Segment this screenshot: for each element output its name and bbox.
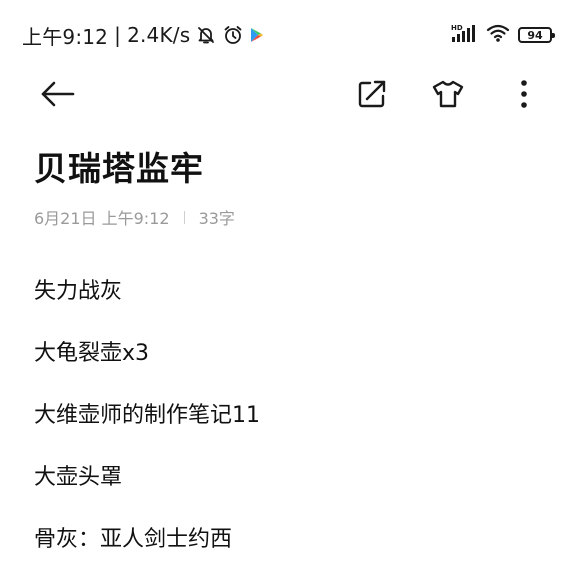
tshirt-icon [432,80,464,108]
status-right: HD 94 [450,22,555,48]
status-left: 上午9:12 | 2.4K/s [22,22,264,49]
theme-button[interactable] [424,70,472,118]
note-title[interactable]: 贝瑞塔监牢 [34,142,204,190]
note-toolbar [0,70,576,118]
play-store-icon [250,27,264,43]
network-speed: 2.4K/s [127,23,191,47]
alarm-icon [222,24,244,46]
back-button[interactable] [33,70,81,118]
note-meta: 6月21日 上午9:12 33字 [34,206,235,228]
note-line[interactable]: 失力战灰 [34,276,554,307]
note-body[interactable]: 失力战灰 大龟裂壶x3 大维壶师的制作笔记11 大壶头罩 骨灰：亚人剑士约西 [34,276,554,586]
signal-label: HD [451,24,463,32]
wifi-icon [486,23,510,47]
arrow-left-icon [41,81,75,107]
note-line[interactable]: 大龟裂壶x3 [34,338,554,369]
note-line[interactable]: 骨灰：亚人剑士约西 [34,524,554,555]
share-external-icon [358,80,386,108]
status-bar: 上午9:12 | 2.4K/s HD 94 [0,0,576,64]
status-time: 上午9:12 [22,24,109,49]
hd-signal-icon: HD [450,23,478,47]
share-button[interactable] [348,70,396,118]
note-word-count: 33字 [198,209,235,228]
note-line[interactable]: 大壶头罩 [34,462,554,493]
more-vertical-icon [521,80,527,108]
notifications-muted-icon [196,25,216,45]
battery-indicator: 94 [518,27,555,43]
note-date: 6月21日 上午9:12 [34,209,170,228]
note-line[interactable]: 大维壶师的制作笔记11 [34,400,554,431]
meta-divider [183,210,185,224]
battery-level: 94 [527,28,543,42]
more-options-button[interactable] [500,70,548,118]
status-separator: | [114,23,122,47]
